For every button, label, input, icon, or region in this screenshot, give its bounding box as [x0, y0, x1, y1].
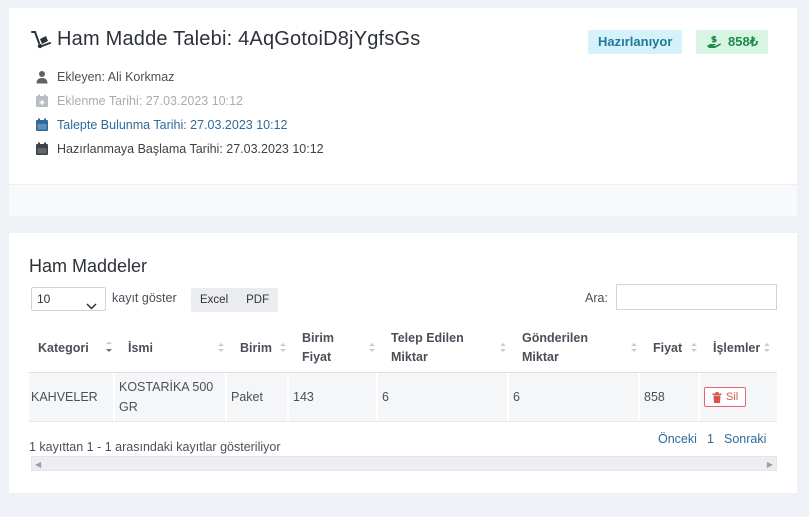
chevron-down-icon: [86, 295, 97, 317]
column-header-islemler[interactable]: İşlemler: [704, 324, 777, 372]
search-label: Ara:: [585, 291, 608, 305]
cell-gonderilen-miktar: 6: [509, 373, 640, 421]
user-icon: [35, 70, 49, 84]
page-length-value: 10: [37, 292, 51, 306]
table-row: KAHVELER KOSTARİKA 500 GR Paket 143 6 6 …: [29, 373, 777, 421]
pdf-button[interactable]: PDF: [237, 288, 278, 312]
table-info: 1 kayıttan 1 - 1 arasındaki kayıtlar gös…: [29, 440, 281, 454]
sort-icon: [763, 342, 771, 357]
sort-icon: [279, 342, 287, 357]
request-card: Ham Madde Talebi: 4AqGotoiD8jYgfsGs Hazı…: [9, 8, 797, 216]
calendar-icon: [35, 118, 49, 132]
title-row: Ham Madde Talebi: 4AqGotoiD8jYgfsGs: [31, 28, 420, 51]
added-by: Ekleyen: Ali Korkmaz: [35, 70, 174, 84]
search-input[interactable]: [616, 284, 777, 310]
materials-card: Ham Maddeler 10 kayıt göster Excel PDF A…: [9, 233, 797, 493]
export-buttons: Excel PDF: [191, 288, 279, 312]
column-header-kategori[interactable]: Kategori: [29, 324, 119, 372]
added-date: Eklenme Tarihi: 27.03.2023 10:12: [35, 94, 243, 108]
cell-birim-fiyat: 143: [289, 373, 378, 421]
sort-icon: [499, 342, 507, 357]
hand-holding-dollar-icon: [707, 36, 721, 48]
status-badge: Hazırlanıyor: [588, 30, 683, 54]
prep-start-date-text: Hazırlanmaya Başlama Tarihi: 27.03.2023 …: [57, 142, 324, 156]
sort-icon: [217, 342, 225, 357]
sort-icon: [630, 342, 638, 357]
scroll-right-icon[interactable]: ▶: [767, 460, 773, 469]
column-header-birim-fiyat[interactable]: Birim Fiyat: [293, 324, 382, 372]
sort-icon: [690, 342, 698, 357]
requested-date-text: Talepte Bulunma Tarihi: 27.03.2023 10:12: [57, 118, 288, 132]
sort-icon: [368, 342, 376, 357]
cell-kategori: KAHVELER: [29, 373, 115, 421]
cell-ismi: KOSTARİKA 500 GR: [115, 373, 227, 421]
page-length-label: kayıt göster: [112, 291, 177, 305]
delete-button-label: Sil: [726, 391, 739, 403]
hand-dolly-icon: [31, 30, 51, 50]
pagination-next[interactable]: Sonraki: [724, 432, 766, 446]
price-badge-value: 858₺: [728, 34, 758, 49]
pagination-page-1[interactable]: 1: [707, 432, 714, 446]
trash-icon: [712, 391, 722, 403]
column-header-birim[interactable]: Birim: [231, 324, 293, 372]
page-title: Ham Madde Talebi: 4AqGotoiD8jYgfsGs: [57, 28, 421, 50]
added-by-text: Ekleyen: Ali Korkmaz: [57, 70, 175, 84]
excel-button[interactable]: Excel: [191, 288, 237, 312]
column-header-fiyat[interactable]: Fiyat: [644, 324, 704, 372]
cell-birim: Paket: [227, 373, 289, 421]
sort-desc-icon: [105, 341, 113, 357]
row-divider: [29, 421, 777, 422]
calendar-icon: [35, 142, 49, 156]
column-header-gonderilen-miktar[interactable]: Gönderilen Miktar: [513, 324, 644, 372]
section-title: Ham Maddeler: [29, 256, 148, 276]
page-length-select[interactable]: 10: [31, 287, 106, 311]
requested-date: Talepte Bulunma Tarihi: 27.03.2023 10:12: [35, 118, 288, 132]
cell-islemler: Sil: [700, 373, 777, 421]
column-header-ismi[interactable]: İsmi: [119, 324, 231, 372]
column-header-talep-miktar[interactable]: Telep Edilen Miktar: [382, 324, 513, 372]
pagination-prev[interactable]: Önceki: [658, 432, 697, 446]
delete-button[interactable]: Sil: [704, 387, 747, 407]
card-footer: [9, 184, 797, 216]
added-date-text: Eklenme Tarihi: 27.03.2023 10:12: [57, 94, 244, 108]
cell-fiyat: 858: [640, 373, 700, 421]
cell-talep-miktar: 6: [378, 373, 509, 421]
scroll-left-icon[interactable]: ◀: [35, 460, 41, 469]
horizontal-scrollbar[interactable]: ◀ ▶: [31, 456, 777, 471]
prep-start-date: Hazırlanmaya Başlama Tarihi: 27.03.2023 …: [35, 142, 324, 156]
calendar-plus-icon: [35, 94, 49, 108]
price-badge: 858₺: [696, 30, 768, 54]
